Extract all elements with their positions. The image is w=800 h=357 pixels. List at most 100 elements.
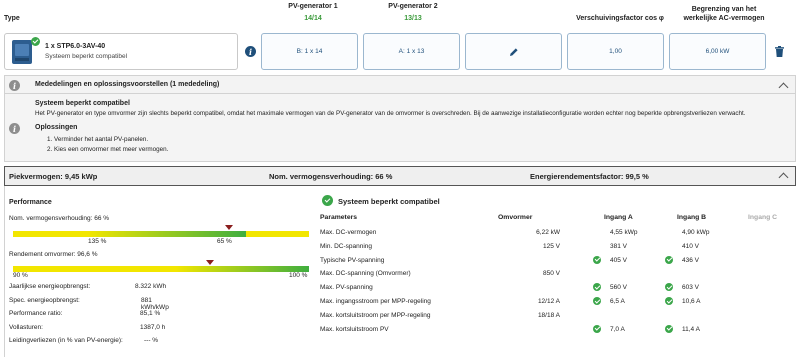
inverter-value: 125 V: [543, 242, 560, 250]
input-a-value: 4,55 kWp: [610, 229, 638, 236]
parameter-name: Max. PV-spanning: [320, 284, 373, 292]
notices-header[interactable]: i Mededelingen en oplossingsvoorstellen …: [4, 75, 796, 94]
solutions-title: Oplossingen: [35, 124, 78, 131]
pv2-column-label: PV-generator 2: [388, 3, 438, 10]
ok-check-icon: [665, 297, 673, 305]
stat-label: Spec. energieopbrengst:: [9, 296, 80, 304]
efficiency-tick-left: 90 %: [13, 272, 28, 279]
stat-label: Performance ratio:: [9, 310, 63, 317]
parameter-name: Max. ingangsstroom per MPP-regeling: [320, 298, 431, 305]
compat-check-icon: [322, 195, 333, 206]
notice-text: Het PV-generator en type omvormer zijn s…: [35, 110, 746, 117]
solution-item: 1. Verminder het aantal PV-panelen.: [47, 136, 149, 143]
input-a-value: 6,5 A: [610, 298, 625, 305]
ok-check-icon: [665, 255, 673, 264]
notice-info-icon: i: [9, 80, 20, 91]
pv1-column-label: PV-generator 1: [288, 3, 338, 10]
inverter-card[interactable]: 1 x STP6.0-3AV-40 Systeem beperkt compat…: [4, 33, 238, 70]
inverter-name: 1 x STP6.0-3AV-40: [45, 43, 106, 50]
input-b-value: 436 V: [682, 256, 699, 264]
ok-check-icon: [665, 324, 673, 333]
column-header: Omvormer: [498, 214, 533, 221]
input-a-value: 381 V: [610, 242, 627, 250]
stat-value: 881 kWh/kWp: [141, 296, 169, 311]
compat-row: Max. DC-spanning (Omvormer) 850 V: [320, 270, 796, 284]
cos-column-label: Verschuivingsfactor cos φ: [576, 15, 664, 22]
cos-value-button[interactable]: 1,00: [567, 33, 664, 70]
input-b-value: 10,6 A: [682, 298, 701, 305]
stat-value: 1387,0 h: [140, 323, 166, 331]
ok-check-icon: [593, 283, 601, 292]
compat-row: Max. PV-spanning 560 V 603 V: [320, 283, 796, 298]
compat-row: Max. kortsluitstroom per MPP-regeling 18/…: [320, 312, 796, 326]
compat-row: Max. ingangsstroom per MPP-regeling 12/12…: [320, 297, 796, 312]
notices-body: i Systeem beperkt compatibel Het PV-gene…: [4, 94, 796, 162]
input-b-value: 410 V: [682, 242, 699, 250]
inverter-status: Systeem beperkt compatibel: [45, 53, 128, 60]
stat-row: Spec. energieopbrengst: 881 kWh/kWp: [9, 297, 169, 311]
info-icon[interactable]: i: [245, 46, 256, 57]
parameter-name: Max. kortsluitstroom per MPP-regeling: [320, 311, 431, 319]
efficiency-tick-right: 100 %: [289, 272, 308, 279]
ratio-tick-right: 65 %: [217, 238, 232, 245]
summary-bar[interactable]: Piekvermogen: 9,45 kWp Nom. vermogensver…: [4, 166, 796, 186]
input-b-value: 603 V: [682, 284, 699, 292]
efficiency-bar: [13, 266, 309, 272]
ok-check-icon: [593, 297, 601, 305]
input-a-value: 405 V: [610, 256, 627, 264]
edit-button[interactable]: [465, 33, 562, 70]
pencil-icon: [509, 47, 518, 56]
ratio-label: Nom. vermogensverhouding: 66 %: [9, 215, 110, 222]
solution-item: 2. Kies een omvormer met meer vermogen.: [47, 146, 169, 153]
pv2-count: 13/13: [404, 15, 422, 22]
notices-title: Mededelingen en oplossingsvoorstellen (1…: [35, 81, 220, 88]
compat-row: Typische PV-spanning 405 V 436 V: [320, 255, 796, 271]
compat-row: Min. DC-spanning 125 V 381 V 410 V: [320, 243, 796, 257]
parameter-name: Min. DC-spanning: [320, 242, 373, 250]
trash-icon[interactable]: [775, 46, 784, 59]
input-b-value: 11,4 A: [682, 325, 700, 333]
summary-collapse-chevron-icon[interactable]: [778, 172, 789, 183]
limit-column-label-1: Begrenzing van het: [691, 6, 757, 13]
compat-row: Max. DC-vermogen 6,22 kW 4,55 kWp 4,90 kWp: [320, 229, 796, 243]
efficiency-marker: [206, 260, 214, 265]
parameter-name: Typische PV-spanning: [320, 256, 385, 264]
notice-body-info-icon: i: [9, 123, 20, 134]
ok-check-icon: [665, 283, 673, 292]
performance-title: Performance: [9, 199, 52, 206]
compat-title: Systeem beperkt compatibel: [338, 197, 440, 206]
power-ratio: Nom. vermogensverhouding: 66 %: [269, 172, 393, 181]
limit-value-button[interactable]: 6,00 kW: [669, 33, 766, 70]
ratio-bar-fill: [88, 231, 246, 237]
column-header: Ingang B: [677, 214, 707, 221]
pv1-count: 14/14: [304, 15, 322, 22]
energy-efficiency: Energierendementsfactor: 99,5 %: [530, 172, 649, 181]
stat-value: 85,1 %: [140, 310, 161, 317]
notice-title: Systeem beperkt compatibel: [35, 100, 130, 107]
inverter-value: 18/18 A: [537, 311, 560, 319]
stat-value: 8.322 kWh: [135, 283, 167, 290]
peak-power: Piekvermogen: 9,45 kWp: [9, 172, 98, 181]
parameter-name: Max. DC-vermogen: [320, 229, 377, 236]
column-header: Parameters: [320, 214, 358, 221]
performance-stats: Jaarlijkse energieopbrengst: 8.322 kWh S…: [9, 283, 169, 351]
stat-row: Vollasturen: 1387,0 h: [9, 324, 169, 338]
stat-label: Jaarlijkse energieopbrengst:: [9, 283, 91, 290]
type-column-label: Type: [4, 15, 20, 22]
inverter-value: 12/12 A: [537, 298, 560, 305]
ok-check-icon: [593, 255, 601, 264]
stat-value: --- %: [144, 337, 159, 344]
ok-check-icon: [31, 37, 40, 46]
collapse-chevron-icon[interactable]: [778, 82, 789, 93]
input-a-value: 7,0 A: [610, 325, 625, 333]
inverter-value: 6,22 kW: [536, 229, 560, 236]
compat-row: Max. kortsluitstroom PV 7,0 A 11,4 A: [320, 324, 796, 340]
pv2-config-button[interactable]: A: 1 x 13: [363, 33, 460, 70]
stat-row: Performance ratio: 85,1 %: [9, 310, 169, 324]
input-b-value: 4,90 kWp: [682, 229, 710, 236]
stat-row: Leidingverliezen (in % van PV-energie): …: [9, 337, 169, 351]
ratio-bar: [13, 231, 309, 237]
column-header: Ingang C: [748, 214, 778, 221]
ratio-tick-left: 135 %: [88, 238, 107, 245]
pv1-config-button[interactable]: B: 1 x 14: [261, 33, 358, 70]
